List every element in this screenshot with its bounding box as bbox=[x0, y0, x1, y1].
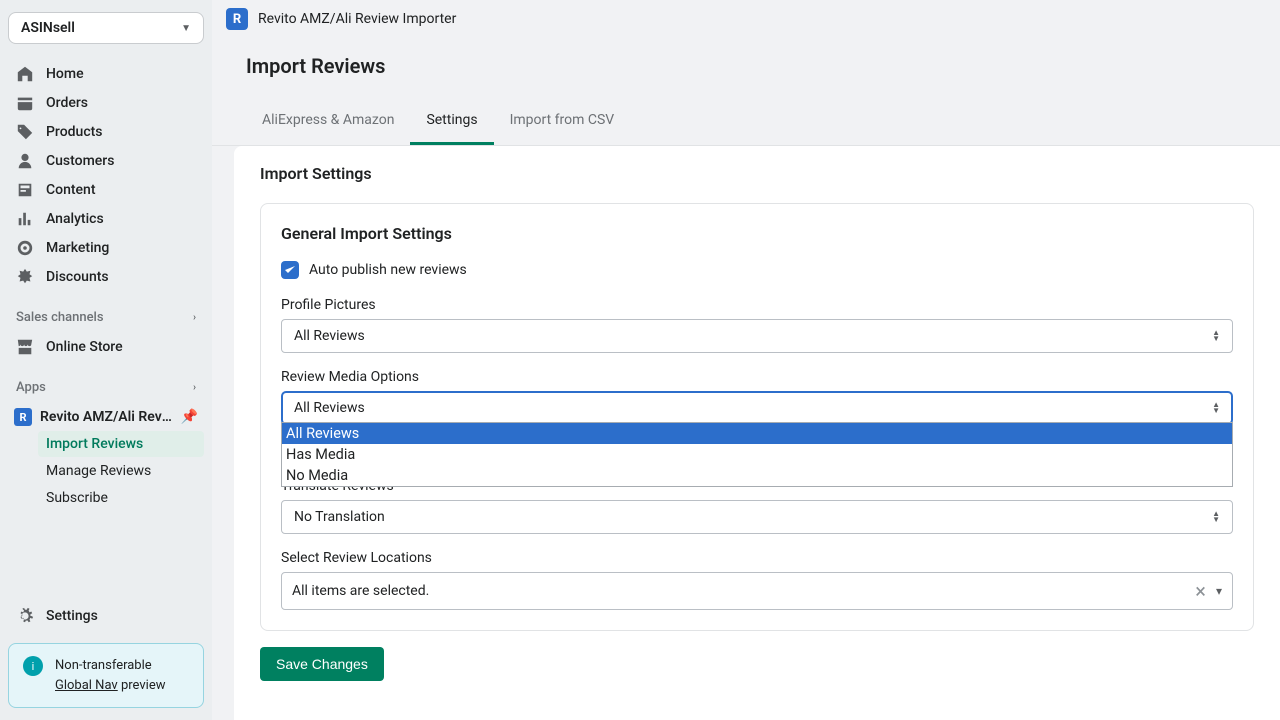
tab-settings[interactable]: Settings bbox=[410, 98, 493, 145]
nav-content[interactable]: Content bbox=[8, 176, 204, 204]
chevron-down-icon: ▼ bbox=[181, 23, 191, 34]
profile-pictures-select[interactable]: All Reviews ▲▼ bbox=[281, 319, 1233, 353]
app-logo-icon: R bbox=[226, 8, 248, 30]
page-title: Import Reviews bbox=[246, 54, 1246, 78]
content-icon bbox=[16, 181, 34, 199]
topbar: R Revito AMZ/Ali Review Importer bbox=[212, 0, 1280, 38]
sales-channels-header[interactable]: Sales channels › bbox=[8, 302, 204, 333]
subnav-import-reviews[interactable]: Import Reviews bbox=[38, 431, 204, 457]
chevron-down-icon: ▾ bbox=[1216, 584, 1222, 598]
profile-pictures-label: Profile Pictures bbox=[281, 297, 1233, 313]
nav-marketing[interactable]: Marketing bbox=[8, 234, 204, 262]
media-options-label: Review Media Options bbox=[281, 369, 1233, 385]
analytics-icon bbox=[16, 210, 34, 228]
subnav-manage-reviews[interactable]: Manage Reviews bbox=[38, 458, 204, 484]
section-title: Import Settings bbox=[260, 164, 1254, 183]
store-name: ASINsell bbox=[21, 20, 75, 36]
check-icon bbox=[284, 264, 296, 276]
select-value: No Translation bbox=[294, 509, 385, 525]
tab-aliexpress-amazon[interactable]: AliExpress & Amazon bbox=[246, 98, 410, 145]
notice-banner: i Non-transferable Global Nav preview bbox=[8, 643, 204, 708]
nav-label: Home bbox=[46, 66, 84, 82]
nav-label: Online Store bbox=[46, 339, 123, 355]
chevron-right-icon: › bbox=[193, 312, 196, 323]
general-settings-title: General Import Settings bbox=[281, 224, 1233, 243]
app-revito[interactable]: R Revito AMZ/Ali Revi... 📌 bbox=[8, 403, 204, 431]
gear-icon bbox=[16, 607, 34, 625]
tab-import-csv[interactable]: Import from CSV bbox=[494, 98, 631, 145]
store-selector[interactable]: ASINsell ▼ bbox=[8, 12, 204, 44]
section-label: Apps bbox=[16, 380, 46, 395]
auto-publish-label: Auto publish new reviews bbox=[309, 262, 467, 278]
pin-icon[interactable]: 📌 bbox=[181, 409, 198, 425]
discounts-icon bbox=[16, 268, 34, 286]
nav-customers[interactable]: Customers bbox=[8, 147, 204, 175]
nav-label: Marketing bbox=[46, 240, 109, 256]
nav-label: Analytics bbox=[46, 211, 104, 227]
app-title: Revito AMZ/Ali Review Importer bbox=[258, 11, 456, 27]
orders-icon bbox=[16, 94, 34, 112]
subnav-subscribe[interactable]: Subscribe bbox=[38, 485, 204, 511]
section-label: Sales channels bbox=[16, 310, 104, 325]
nav-analytics[interactable]: Analytics bbox=[8, 205, 204, 233]
chevron-right-icon: › bbox=[193, 382, 196, 393]
locations-multiselect[interactable]: All items are selected. × ▾ bbox=[281, 572, 1233, 610]
select-arrows-icon: ▲▼ bbox=[1212, 511, 1220, 523]
option-has-media[interactable]: Has Media bbox=[282, 444, 1232, 465]
info-icon: i bbox=[23, 656, 43, 676]
nav-label: Customers bbox=[46, 153, 114, 169]
select-value: All Reviews bbox=[294, 328, 365, 344]
store-icon bbox=[16, 338, 34, 356]
locations-label: Select Review Locations bbox=[281, 550, 1233, 566]
tabs: AliExpress & Amazon Settings Import from… bbox=[212, 98, 1280, 146]
multiselect-value: All items are selected. bbox=[292, 583, 429, 599]
nav-home[interactable]: Home bbox=[8, 60, 204, 88]
save-button[interactable]: Save Changes bbox=[260, 647, 384, 681]
settings-label: Settings bbox=[46, 608, 98, 624]
global-nav-link[interactable]: Global Nav bbox=[55, 678, 118, 693]
media-options-dropdown: All Reviews Has Media No Media bbox=[281, 422, 1233, 487]
marketing-icon bbox=[16, 239, 34, 257]
nav-label: Content bbox=[46, 182, 96, 198]
clear-icon[interactable]: × bbox=[1195, 579, 1206, 603]
nav-settings[interactable]: Settings bbox=[8, 601, 204, 631]
home-icon bbox=[16, 65, 34, 83]
nav-label: Discounts bbox=[46, 269, 109, 285]
settings-card: General Import Settings Auto publish new… bbox=[260, 203, 1254, 631]
translate-select[interactable]: No Translation ▲▼ bbox=[281, 500, 1233, 534]
option-all-reviews[interactable]: All Reviews bbox=[282, 423, 1232, 444]
nav-orders[interactable]: Orders bbox=[8, 89, 204, 117]
nav-online-store[interactable]: Online Store bbox=[8, 333, 204, 361]
nav-label: Orders bbox=[46, 95, 88, 111]
select-arrows-icon: ▲▼ bbox=[1212, 402, 1220, 414]
media-options-select[interactable]: All Reviews ▲▼ bbox=[281, 391, 1233, 425]
nav-discounts[interactable]: Discounts bbox=[8, 263, 204, 291]
option-no-media[interactable]: No Media bbox=[282, 465, 1232, 486]
apps-header[interactable]: Apps › bbox=[8, 372, 204, 403]
app-name: Revito AMZ/Ali Revi... bbox=[40, 409, 173, 425]
customers-icon bbox=[16, 152, 34, 170]
products-icon bbox=[16, 123, 34, 141]
nav-label: Products bbox=[46, 124, 103, 140]
select-value: All Reviews bbox=[294, 400, 365, 416]
nav-products[interactable]: Products bbox=[8, 118, 204, 146]
notice-text: Non-transferable Global Nav preview bbox=[55, 656, 165, 695]
auto-publish-checkbox[interactable] bbox=[281, 261, 299, 279]
select-arrows-icon: ▲▼ bbox=[1212, 330, 1220, 342]
app-logo-icon: R bbox=[14, 408, 32, 426]
